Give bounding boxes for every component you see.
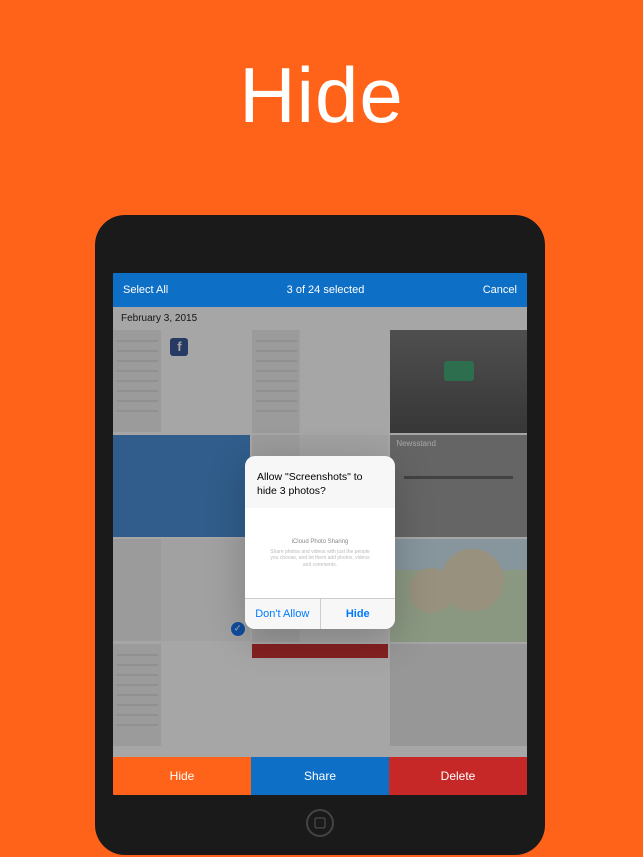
device-screen: Select All 3 of 24 selected Cancel Febru… [113, 273, 527, 795]
navbar: Select All 3 of 24 selected Cancel [113, 273, 527, 307]
alert-body: iCloud Photo Sharing Share photos and vi… [245, 508, 395, 598]
toolbar-share-button[interactable]: Share [251, 757, 389, 795]
photo-thumbnail[interactable]: f [113, 330, 250, 432]
page-title: Hide [0, 0, 643, 141]
ipad-frame: Select All 3 of 24 selected Cancel Febru… [95, 215, 545, 855]
photo-thumbnail[interactable] [390, 330, 527, 433]
dont-allow-button[interactable]: Don't Allow [245, 599, 320, 629]
home-button[interactable] [306, 809, 334, 837]
alert-title: Allow "Screenshots" to hide 3 photos? [245, 456, 395, 508]
toolbar-hide-button[interactable]: Hide [113, 757, 251, 795]
newsstand-label: Newsstand [396, 439, 436, 448]
photo-thumbnail[interactable]: Newsstand [390, 435, 527, 538]
photo-thumbnail[interactable] [390, 539, 527, 642]
permission-alert: Allow "Screenshots" to hide 3 photos? iC… [245, 456, 395, 629]
select-all-button[interactable]: Select All [123, 284, 168, 296]
alert-actions: Don't Allow Hide [245, 598, 395, 629]
cancel-button[interactable]: Cancel [483, 284, 517, 296]
facebook-icon: f [170, 338, 188, 356]
photo-thumbnail[interactable] [252, 644, 389, 747]
checkmark-icon [230, 621, 246, 637]
photo-thumbnail[interactable] [113, 644, 250, 746]
alert-body-title: iCloud Photo Sharing [292, 539, 349, 545]
selection-count: 3 of 24 selected [287, 284, 365, 296]
toolbar-delete-button[interactable]: Delete [389, 757, 527, 795]
photo-thumbnail[interactable] [252, 330, 389, 433]
photo-thumbnail[interactable] [113, 435, 250, 537]
bottom-toolbar: Hide Share Delete [113, 757, 527, 795]
alert-body-text: Share photos and videos with just the pe… [268, 549, 373, 569]
photo-thumbnail[interactable] [113, 539, 250, 641]
hide-button[interactable]: Hide [320, 599, 396, 629]
folder-icon [444, 361, 474, 381]
date-header: February 3, 2015 [113, 307, 527, 330]
photo-thumbnail[interactable] [390, 644, 527, 747]
